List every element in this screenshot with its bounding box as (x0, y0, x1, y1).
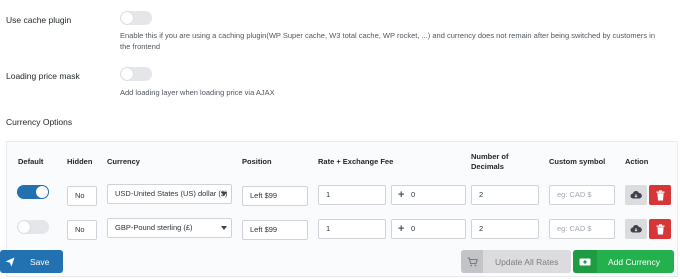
hidden-select[interactable]: No (67, 220, 97, 240)
col-action: Action (625, 157, 649, 166)
plus-icon: + (398, 223, 405, 235)
add-currency-label: Add Currency (608, 256, 660, 267)
custom-symbol-input[interactable]: eg: CAD $ (549, 219, 615, 239)
save-button[interactable]: Save (0, 250, 63, 273)
rate-input[interactable]: 1 (318, 185, 386, 205)
col-default: Default (18, 157, 44, 166)
plus-icon: + (398, 189, 405, 201)
download-rate-button[interactable] (625, 219, 647, 239)
loading-mask-description: Add loading layer when loading price via… (120, 88, 275, 97)
add-currency-button[interactable]: Add Currency (573, 250, 674, 273)
fee-value: 0 (411, 224, 416, 233)
col-decimals: Number of Decimals (471, 152, 509, 171)
default-toggle[interactable] (17, 220, 49, 234)
cloud-download-icon (630, 224, 642, 233)
decimals-input[interactable]: 2 (471, 185, 539, 205)
hidden-select[interactable]: No (67, 186, 97, 206)
use-cache-description: Enable this if you are using a caching p… (120, 31, 655, 51)
loading-mask-toggle[interactable] (120, 67, 152, 81)
currency-select[interactable]: GBP-Pound sterling (£) (107, 218, 232, 238)
cart-icon (461, 250, 483, 273)
paper-plane-icon (0, 250, 20, 273)
save-button-label: Save (30, 256, 50, 267)
fee-input[interactable]: + 0 (391, 219, 466, 239)
decimals-input[interactable]: 2 (471, 219, 539, 239)
delete-button[interactable] (649, 219, 671, 239)
col-currency: Currency (107, 157, 140, 166)
cloud-download-icon (630, 190, 642, 199)
col-position: Position (242, 157, 272, 166)
chevron-down-icon (221, 226, 227, 230)
use-cache-toggle[interactable] (120, 11, 152, 25)
custom-symbol-input[interactable]: eg: CAD $ (549, 185, 615, 205)
position-select[interactable]: Left $99 (242, 186, 308, 206)
currency-select[interactable]: USD-United States (US) dollar ($) (107, 184, 232, 204)
col-custom-symbol: Custom symbol (549, 157, 606, 166)
currency-options-title: Currency Options (6, 117, 73, 127)
update-all-rates-button[interactable]: Update All Rates (461, 250, 571, 273)
money-icon (573, 250, 597, 273)
col-rate: Rate + Exchange Fee (318, 157, 394, 166)
currency-select-value: USD-United States (US) dollar ($) (115, 189, 228, 198)
update-all-rates-label: Update All Rates (495, 256, 559, 267)
default-toggle[interactable] (17, 185, 49, 199)
download-rate-button[interactable] (625, 185, 647, 205)
loading-mask-label: Loading price mask (6, 71, 80, 81)
delete-button[interactable] (649, 185, 671, 205)
col-hidden: Hidden (67, 157, 93, 166)
fee-input[interactable]: + 0 (391, 185, 466, 205)
trash-icon (656, 189, 664, 200)
fee-value: 0 (411, 190, 416, 199)
currency-select-value: GBP-Pound sterling (£) (115, 223, 193, 232)
rate-input[interactable]: 1 (318, 219, 386, 239)
use-cache-label: Use cache plugin (6, 15, 72, 25)
chevron-down-icon (221, 192, 227, 196)
position-select[interactable]: Left $99 (242, 220, 308, 240)
trash-icon (656, 223, 664, 234)
